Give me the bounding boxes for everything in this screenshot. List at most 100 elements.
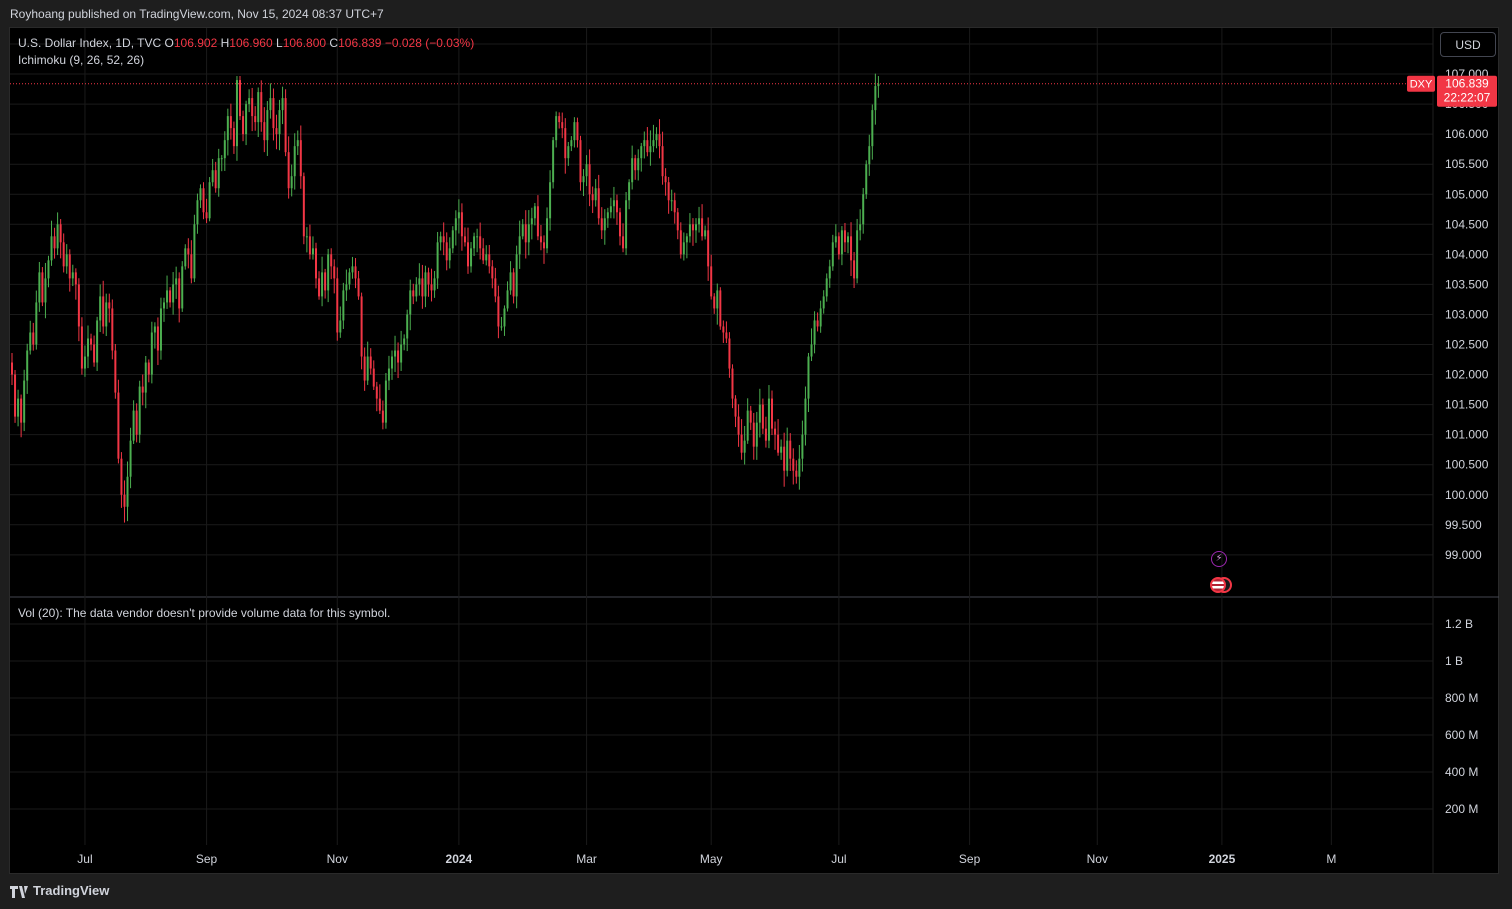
candle[interactable] bbox=[874, 73, 877, 125]
candle[interactable] bbox=[761, 398, 764, 434]
candle[interactable] bbox=[129, 427, 132, 489]
candle[interactable] bbox=[354, 258, 357, 289]
candle[interactable] bbox=[865, 160, 868, 199]
candle[interactable] bbox=[859, 209, 862, 241]
candle[interactable] bbox=[512, 268, 515, 304]
candle[interactable] bbox=[394, 335, 397, 373]
candle[interactable] bbox=[120, 452, 123, 508]
candle[interactable] bbox=[476, 228, 479, 253]
candle[interactable] bbox=[564, 118, 567, 174]
candle[interactable] bbox=[254, 106, 257, 131]
candle[interactable] bbox=[682, 232, 685, 261]
candle[interactable] bbox=[156, 317, 159, 366]
candle[interactable] bbox=[138, 380, 141, 443]
candle[interactable] bbox=[567, 141, 570, 166]
candle[interactable] bbox=[205, 198, 208, 224]
candle[interactable] bbox=[117, 379, 120, 464]
candle[interactable] bbox=[552, 136, 555, 189]
candle[interactable] bbox=[752, 412, 755, 460]
candle[interactable] bbox=[640, 142, 643, 172]
candle[interactable] bbox=[734, 395, 737, 428]
candle[interactable] bbox=[93, 335, 96, 367]
candle[interactable] bbox=[509, 261, 512, 295]
candle[interactable] bbox=[579, 135, 582, 191]
candle[interactable] bbox=[701, 204, 704, 241]
candle[interactable] bbox=[755, 411, 758, 460]
candle[interactable] bbox=[719, 287, 722, 330]
candle[interactable] bbox=[825, 273, 828, 302]
candle[interactable] bbox=[351, 256, 354, 279]
candle[interactable] bbox=[315, 242, 317, 289]
candle[interactable] bbox=[810, 328, 813, 362]
candle[interactable] bbox=[573, 117, 576, 148]
candle[interactable] bbox=[843, 222, 846, 253]
candle[interactable] bbox=[421, 264, 424, 309]
candle[interactable] bbox=[360, 292, 363, 370]
candle[interactable] bbox=[14, 370, 17, 423]
candle[interactable] bbox=[518, 220, 521, 269]
candle[interactable] bbox=[643, 131, 646, 159]
candle[interactable] bbox=[743, 425, 746, 465]
candle[interactable] bbox=[439, 231, 442, 251]
candle[interactable] bbox=[591, 186, 594, 214]
candle[interactable] bbox=[816, 312, 819, 332]
candle[interactable] bbox=[47, 255, 50, 288]
candle[interactable] bbox=[546, 207, 549, 254]
candle[interactable] bbox=[673, 192, 676, 224]
candle[interactable] bbox=[242, 110, 245, 142]
candle[interactable] bbox=[695, 218, 697, 243]
candle[interactable] bbox=[220, 155, 223, 172]
candle[interactable] bbox=[181, 261, 184, 312]
candle[interactable] bbox=[239, 75, 241, 121]
candle[interactable] bbox=[96, 316, 99, 371]
candle[interactable] bbox=[217, 148, 220, 197]
candle[interactable] bbox=[600, 207, 603, 240]
candle[interactable] bbox=[269, 83, 272, 119]
candle[interactable] bbox=[774, 421, 777, 450]
candle[interactable] bbox=[798, 444, 801, 490]
candle[interactable] bbox=[387, 355, 390, 391]
candle[interactable] bbox=[470, 242, 473, 273]
candle[interactable] bbox=[792, 448, 795, 485]
candle[interactable] bbox=[41, 267, 44, 307]
tradingview-brand[interactable]: TradingView bbox=[10, 883, 109, 898]
candle[interactable] bbox=[427, 267, 430, 297]
candle[interactable] bbox=[652, 124, 655, 153]
candle[interactable] bbox=[634, 154, 637, 180]
candle[interactable] bbox=[263, 107, 266, 153]
candle[interactable] bbox=[646, 127, 649, 157]
candle[interactable] bbox=[391, 350, 393, 380]
candle[interactable] bbox=[847, 232, 849, 254]
candle[interactable] bbox=[704, 225, 707, 240]
candle[interactable] bbox=[500, 316, 503, 331]
candle[interactable] bbox=[35, 290, 38, 350]
candle[interactable] bbox=[56, 212, 59, 256]
candle[interactable] bbox=[99, 284, 102, 333]
candle[interactable] bbox=[339, 306, 342, 338]
candle[interactable] bbox=[132, 400, 135, 444]
candle[interactable] bbox=[771, 390, 773, 435]
candle[interactable] bbox=[543, 235, 545, 264]
candle[interactable] bbox=[822, 290, 825, 314]
candle[interactable] bbox=[114, 344, 117, 399]
candle[interactable] bbox=[336, 267, 339, 341]
candle[interactable] bbox=[485, 245, 488, 266]
candle[interactable] bbox=[418, 263, 421, 296]
candle[interactable] bbox=[555, 111, 558, 148]
candle[interactable] bbox=[448, 237, 451, 269]
candle[interactable] bbox=[497, 285, 500, 339]
candle[interactable] bbox=[737, 404, 740, 447]
candle[interactable] bbox=[801, 420, 804, 472]
candle[interactable] bbox=[330, 248, 333, 280]
candle[interactable] bbox=[582, 169, 585, 197]
candle[interactable] bbox=[159, 297, 162, 360]
candle[interactable] bbox=[232, 121, 235, 154]
candle[interactable] bbox=[558, 112, 561, 129]
candle[interactable] bbox=[169, 287, 172, 308]
candle[interactable] bbox=[324, 268, 327, 299]
candle[interactable] bbox=[436, 231, 439, 289]
candle[interactable] bbox=[235, 76, 238, 161]
candle[interactable] bbox=[445, 232, 448, 271]
candle[interactable] bbox=[363, 347, 366, 391]
candle[interactable] bbox=[515, 245, 518, 309]
